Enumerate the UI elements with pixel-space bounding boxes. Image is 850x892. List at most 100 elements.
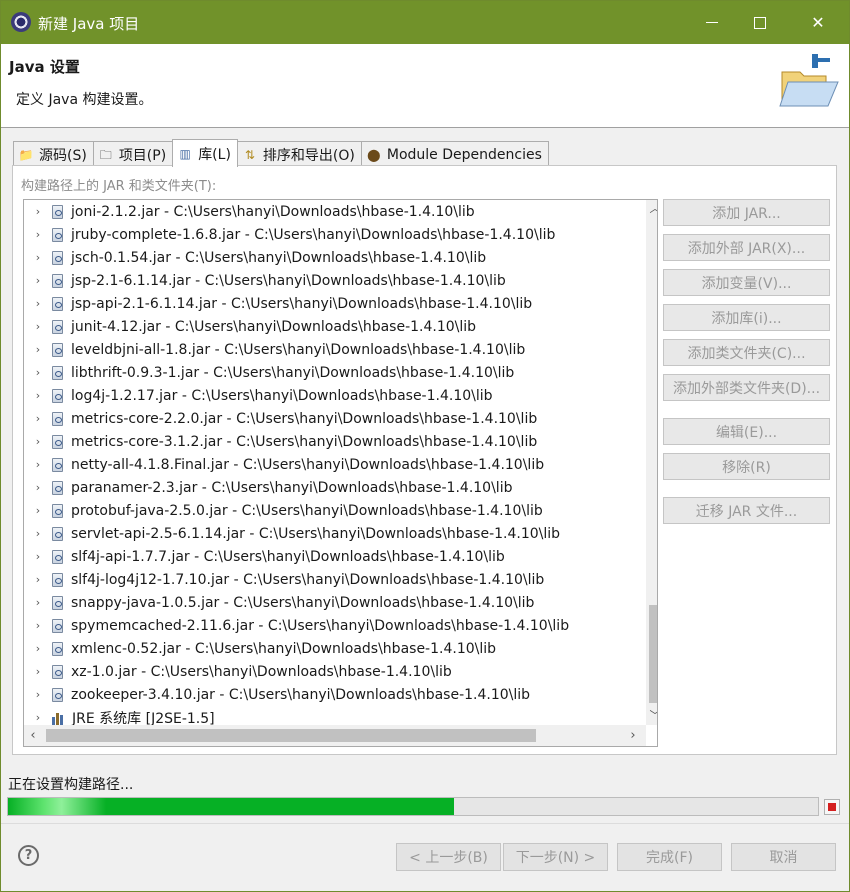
- jar-icon: [52, 365, 63, 380]
- library-row[interactable]: › log4j-1.2.17.jar - C:\Users\hanyi\Downl…: [24, 384, 636, 407]
- expand-arrow-icon[interactable]: ›: [32, 504, 44, 517]
- progress-bar: [7, 797, 819, 816]
- edit-button[interactable]: 编辑(E)...: [663, 418, 830, 445]
- library-row[interactable]: › jsp-2.1-6.1.14.jar - C:\Users\hanyi\Dow…: [24, 269, 636, 292]
- library-row[interactable]: › joni-2.1.2.jar - C:\Users\hanyi\Downloa…: [24, 200, 636, 223]
- jar-separator: -: [171, 249, 185, 266]
- library-row[interactable]: › paranamer-2.3.jar - C:\Users\hanyi\Down…: [24, 476, 636, 499]
- expand-arrow-icon[interactable]: ›: [32, 550, 44, 563]
- horizontal-scrollbar[interactable]: ‹ ›: [24, 725, 646, 746]
- library-row[interactable]: › metrics-core-3.1.2.jar - C:\Users\hanyi…: [24, 430, 636, 453]
- jar-icon: [52, 411, 63, 426]
- expand-arrow-icon[interactable]: ›: [32, 228, 44, 241]
- library-row[interactable]: › libthrift-0.9.3-1.jar - C:\Users\hanyi\…: [24, 361, 636, 384]
- expand-arrow-icon[interactable]: ›: [32, 297, 44, 310]
- library-row[interactable]: › jsp-api-2.1-6.1.14.jar - C:\Users\hanyi…: [24, 292, 636, 315]
- library-row[interactable]: › slf4j-log4j12-1.7.10.jar - C:\Users\han…: [24, 568, 636, 591]
- jar-icon: [52, 641, 63, 656]
- remove-button[interactable]: 移除(R): [663, 453, 830, 480]
- libraries-panel: 构建路径上的 JAR 和类文件夹(T): › joni-2.1.2.jar - C…: [12, 165, 837, 755]
- stop-icon[interactable]: [824, 799, 840, 815]
- maximize-icon: [754, 16, 766, 29]
- library-row[interactable]: › metrics-core-2.2.0.jar - C:\Users\hanyi…: [24, 407, 636, 430]
- next-button[interactable]: 下一步(N) >: [503, 843, 608, 871]
- jar-separator: -: [199, 364, 214, 381]
- expand-arrow-icon[interactable]: ›: [32, 343, 44, 356]
- close-button[interactable]: ✕: [795, 1, 841, 44]
- vertical-scroll-thumb[interactable]: [649, 605, 657, 703]
- jar-separator: -: [159, 203, 174, 220]
- expand-arrow-icon[interactable]: ›: [32, 320, 44, 333]
- title-bar[interactable]: 新建 Java 项目 ✕: [1, 1, 849, 44]
- expand-arrow-icon[interactable]: ›: [32, 481, 44, 494]
- scroll-right-icon[interactable]: ›: [624, 725, 642, 746]
- expand-arrow-icon[interactable]: ›: [32, 435, 44, 448]
- vertical-scrollbar[interactable]: ︿ ﹀: [646, 200, 658, 725]
- library-row[interactable]: › snappy-java-1.0.5.jar - C:\Users\hanyi\…: [24, 591, 636, 614]
- expand-arrow-icon[interactable]: ›: [32, 412, 44, 425]
- expand-arrow-icon[interactable]: ›: [32, 596, 44, 609]
- expand-arrow-icon[interactable]: ›: [32, 205, 44, 218]
- expand-arrow-icon[interactable]: ›: [32, 274, 44, 287]
- library-row[interactable]: › servlet-api-2.5-6.1.14.jar - C:\Users\h…: [24, 522, 636, 545]
- jar-name: xz-1.0.jar: [71, 663, 137, 680]
- library-row[interactable]: › protobuf-java-2.5.0.jar - C:\Users\hany…: [24, 499, 636, 522]
- expand-arrow-icon[interactable]: ›: [32, 665, 44, 678]
- back-button[interactable]: < 上一步(B): [396, 843, 501, 871]
- tab-module-dependencies[interactable]: ⬤ Module Dependencies: [360, 141, 549, 167]
- finish-button[interactable]: 完成(F): [617, 843, 722, 871]
- library-row[interactable]: › zookeeper-3.4.10.jar - C:\Users\hanyi\D…: [24, 683, 636, 706]
- expand-arrow-icon[interactable]: ›: [32, 251, 44, 264]
- tab-source[interactable]: 📁 源码(S): [13, 141, 94, 167]
- add-external-class-folder-button[interactable]: 添加外部类文件夹(D)...: [663, 374, 830, 401]
- expand-arrow-icon[interactable]: ›: [32, 527, 44, 540]
- jar-icon: [52, 388, 63, 403]
- tab-order-export[interactable]: ⇅ 排序和导出(O): [236, 141, 362, 167]
- library-row[interactable]: › netty-all-4.1.8.Final.jar - C:\Users\ha…: [24, 453, 636, 476]
- jar-path: C:\Users\hanyi\Downloads\hbase-1.4.10\li…: [243, 571, 545, 588]
- add-library-button[interactable]: 添加库(i)...: [663, 304, 830, 331]
- add-external-jar-button[interactable]: 添加外部 JAR(X)...: [663, 234, 830, 261]
- minimize-button[interactable]: [689, 1, 735, 44]
- scroll-down-icon[interactable]: ﹀: [646, 707, 658, 725]
- scroll-up-icon[interactable]: ︿: [646, 200, 658, 218]
- jar-separator: -: [190, 272, 205, 289]
- expand-arrow-icon[interactable]: ›: [32, 573, 44, 586]
- library-row[interactable]: › junit-4.12.jar - C:\Users\hanyi\Downloa…: [24, 315, 636, 338]
- close-icon: ✕: [811, 13, 825, 32]
- help-icon[interactable]: ?: [18, 845, 39, 866]
- library-tree[interactable]: › joni-2.1.2.jar - C:\Users\hanyi\Downloa…: [23, 199, 658, 747]
- library-row[interactable]: › xmlenc-0.52.jar - C:\Users\hanyi\Downlo…: [24, 637, 636, 660]
- cancel-button[interactable]: 取消: [731, 843, 836, 871]
- expand-arrow-icon[interactable]: ›: [32, 619, 44, 632]
- expand-arrow-icon[interactable]: ›: [32, 688, 44, 701]
- tab-libraries[interactable]: ▥ 库(L): [172, 139, 238, 167]
- library-row[interactable]: › leveldbjni-all-1.8.jar - C:\Users\hanyi…: [24, 338, 636, 361]
- jar-separator: -: [222, 433, 237, 450]
- jar-icon: [52, 296, 63, 311]
- expand-arrow-icon[interactable]: ›: [32, 458, 44, 471]
- library-row[interactable]: › spymemcached-2.11.6.jar - C:\Users\hany…: [24, 614, 636, 637]
- jar-separator: -: [228, 456, 243, 473]
- add-class-folder-button[interactable]: 添加类文件夹(C)...: [663, 339, 830, 366]
- horizontal-scroll-thumb[interactable]: [46, 729, 536, 742]
- expand-arrow-icon[interactable]: ›: [32, 366, 44, 379]
- jar-name: slf4j-log4j12-1.7.10.jar: [71, 571, 230, 588]
- library-row[interactable]: › jruby-complete-1.6.8.jar - C:\Users\han…: [24, 223, 636, 246]
- jar-path: C:\Users\hanyi\Downloads\hbase-1.4.10\li…: [233, 594, 535, 611]
- expand-arrow-icon[interactable]: ›: [32, 711, 44, 724]
- expand-arrow-icon[interactable]: ›: [32, 642, 44, 655]
- maximize-button[interactable]: [737, 1, 783, 44]
- jar-separator: -: [253, 617, 268, 634]
- expand-arrow-icon[interactable]: ›: [32, 389, 44, 402]
- scroll-left-icon[interactable]: ‹: [24, 725, 42, 746]
- library-row[interactable]: › jsch-0.1.54.jar - C:\Users\hanyi\Downlo…: [24, 246, 636, 269]
- migrate-jar-button[interactable]: 迁移 JAR 文件...: [663, 497, 830, 524]
- tab-projects[interactable]: 🗀 项目(P): [92, 141, 174, 167]
- wizard-banner: Java 设置 定义 Java 构建设置。: [1, 44, 849, 128]
- jar-path: C:\Users\hanyi\Downloads\hbase-1.4.10\li…: [241, 502, 543, 519]
- library-row[interactable]: › slf4j-api-1.7.7.jar - C:\Users\hanyi\Do…: [24, 545, 636, 568]
- library-row[interactable]: › xz-1.0.jar - C:\Users\hanyi\Downloads\h…: [24, 660, 636, 683]
- add-variable-button[interactable]: 添加变量(V)...: [663, 269, 830, 296]
- add-jar-button[interactable]: 添加 JAR...: [663, 199, 830, 226]
